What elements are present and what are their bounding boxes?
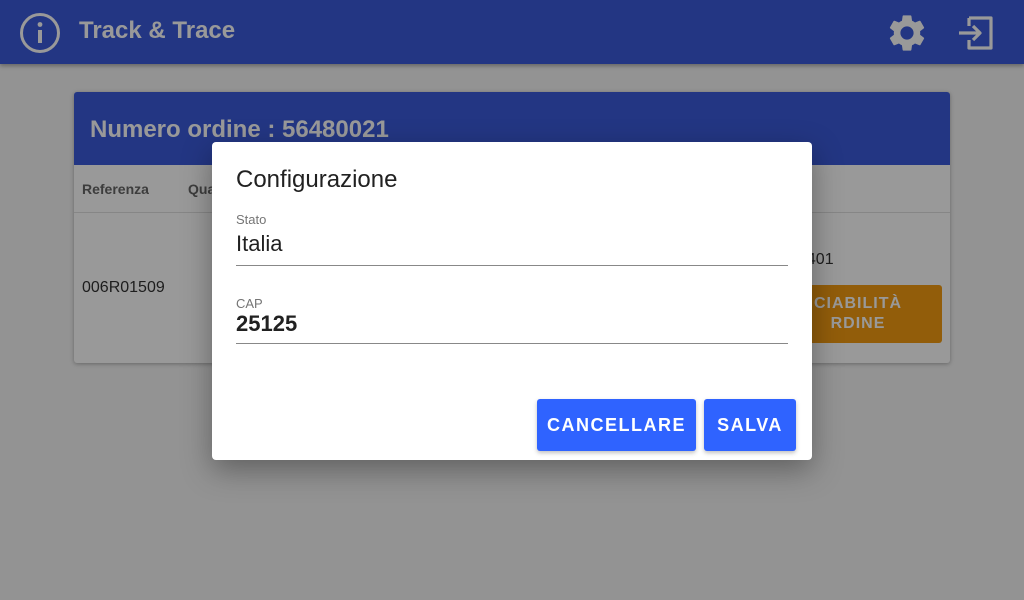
dialog-title: Configurazione [236,166,398,193]
stato-label: Stato [236,212,267,227]
stato-value[interactable]: Italia [236,231,788,265]
cap-label: CAP [236,296,263,311]
cap-value[interactable]: 25125 [236,311,788,343]
cap-underline [236,343,788,344]
stato-field[interactable]: Stato Italia [236,212,788,266]
save-button[interactable]: SALVA [704,399,796,451]
cap-field[interactable]: CAP 25125 [236,296,788,344]
cancel-button[interactable]: CANCELLARE [537,399,696,451]
stato-underline [236,265,788,266]
configuration-dialog: Configurazione Stato Italia CAP 25125 CA… [212,142,812,460]
